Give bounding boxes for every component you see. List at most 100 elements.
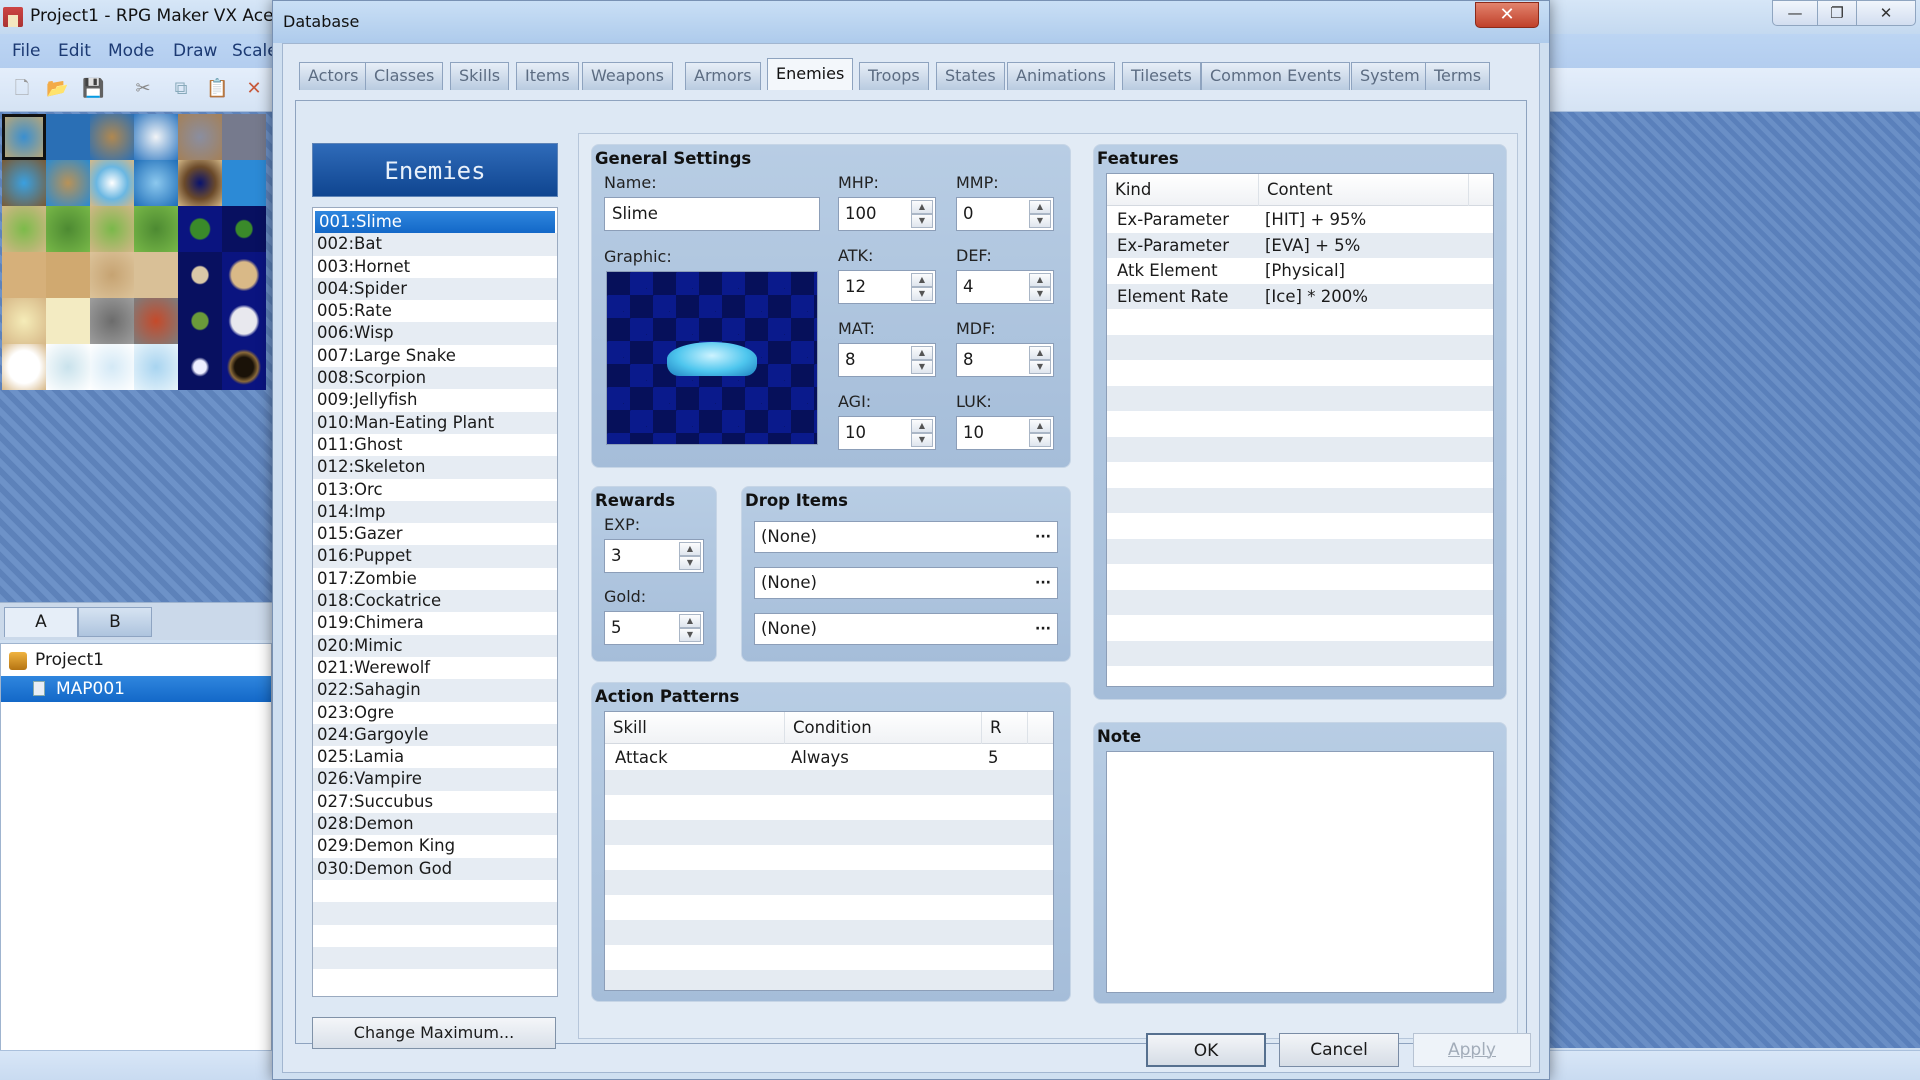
map-canvas[interactable]: [1548, 112, 1920, 1048]
tile[interactable]: [2, 298, 46, 344]
tile[interactable]: [46, 344, 90, 390]
drop-item-3[interactable]: (None) ···: [754, 613, 1058, 645]
param-spinner[interactable]: 0 ▲ ▼: [956, 197, 1054, 231]
table-row[interactable]: [605, 870, 1053, 895]
column-content[interactable]: Content: [1259, 174, 1469, 206]
enemy-list-item[interactable]: 001:Slime: [315, 211, 555, 234]
tile[interactable]: [90, 206, 134, 252]
tile[interactable]: [134, 298, 178, 344]
spin-up-icon[interactable]: ▲: [1029, 273, 1051, 287]
spin-down-icon[interactable]: ▼: [679, 556, 701, 570]
enemy-list-item[interactable]: 028:Demon: [313, 813, 557, 836]
spin-down-icon[interactable]: ▼: [1029, 433, 1051, 447]
enemy-list-item[interactable]: 011:Ghost: [313, 434, 557, 456]
param-spinner[interactable]: 100 ▲ ▼: [838, 197, 936, 231]
tile[interactable]: [2, 160, 46, 206]
tile[interactable]: [90, 160, 134, 206]
column-kind[interactable]: Kind: [1107, 174, 1259, 206]
column-skill[interactable]: Skill: [605, 712, 785, 744]
enemy-list-item[interactable]: 010:Man-Eating Plant: [313, 411, 557, 434]
param-spinner[interactable]: 4 ▲ ▼: [956, 270, 1054, 304]
dialog-close-button[interactable]: ✕: [1475, 2, 1539, 28]
table-row[interactable]: [1107, 334, 1493, 360]
menu-draw[interactable]: Draw: [173, 41, 217, 61]
palette-tab-a[interactable]: A: [4, 607, 78, 637]
gold-spinner[interactable]: 5 ▲ ▼: [604, 611, 704, 645]
palette-tab-b[interactable]: B: [78, 607, 152, 637]
spin-down-icon[interactable]: ▼: [679, 628, 701, 642]
tab-troops[interactable]: Troops: [859, 62, 929, 90]
tile[interactable]: [46, 114, 90, 160]
spin-up-icon[interactable]: ▲: [911, 200, 933, 214]
enemy-list-item[interactable]: 007:Large Snake: [313, 345, 557, 367]
tile[interactable]: [90, 114, 134, 160]
enemy-list-item[interactable]: 015:Gazer: [313, 523, 557, 545]
tile[interactable]: [2, 344, 46, 390]
column-condition[interactable]: Condition: [785, 712, 982, 744]
tab-armors[interactable]: Armors: [685, 62, 761, 90]
enemy-list-item[interactable]: 008:Scorpion: [313, 367, 557, 390]
enemy-list-item[interactable]: 020:Mimic: [313, 634, 557, 657]
tab-tilesets[interactable]: Tilesets: [1122, 62, 1201, 90]
enemy-list-item[interactable]: 029:Demon King: [313, 835, 557, 857]
table-row[interactable]: [605, 895, 1053, 920]
spin-down-icon[interactable]: ▼: [911, 214, 933, 228]
tile[interactable]: [178, 206, 222, 252]
tree-project[interactable]: Project1: [35, 650, 104, 670]
enemy-list-item[interactable]: 005:Rate: [313, 300, 557, 322]
table-row[interactable]: [605, 820, 1053, 845]
spin-up-icon[interactable]: ▲: [911, 273, 933, 287]
copy-icon[interactable]: ⧉: [170, 78, 192, 100]
enemy-list-item[interactable]: 016:Puppet: [313, 545, 557, 568]
tab-states[interactable]: States: [936, 62, 1005, 90]
table-row[interactable]: [1107, 589, 1493, 615]
table-row[interactable]: [1107, 462, 1493, 487]
tab-common-events[interactable]: Common Events: [1201, 62, 1351, 90]
column-r[interactable]: R: [982, 712, 1028, 744]
tile[interactable]: [2, 206, 46, 252]
table-row[interactable]: [1107, 360, 1493, 385]
tile[interactable]: [90, 252, 134, 298]
enemy-graphic[interactable]: [606, 271, 818, 445]
minimize-button[interactable]: —: [1772, 0, 1818, 26]
enemy-list-item[interactable]: 019:Chimera: [313, 612, 557, 634]
open-folder-icon[interactable]: 📂: [46, 78, 68, 100]
tile[interactable]: [178, 344, 222, 390]
table-row[interactable]: [1107, 564, 1493, 589]
enemy-list-item[interactable]: 003:Hornet: [313, 256, 557, 278]
table-row[interactable]: [605, 970, 1053, 990]
tile[interactable]: [222, 206, 266, 252]
save-icon[interactable]: 💾: [82, 78, 104, 100]
tab-enemies[interactable]: Enemies: [767, 58, 854, 90]
spin-down-icon[interactable]: ▼: [911, 360, 933, 374]
table-row[interactable]: [1107, 309, 1493, 334]
enemy-list-item[interactable]: 006:Wisp: [313, 322, 557, 345]
tile[interactable]: [2, 252, 46, 298]
enemy-list-item[interactable]: 027:Succubus: [313, 791, 557, 813]
tile[interactable]: [90, 344, 134, 390]
tab-skills[interactable]: Skills: [450, 62, 510, 90]
drop-item-1[interactable]: (None) ···: [754, 521, 1058, 553]
spin-down-icon[interactable]: ▼: [1029, 214, 1051, 228]
tile[interactable]: [134, 206, 178, 252]
param-spinner[interactable]: 10 ▲ ▼: [838, 416, 936, 450]
new-file-icon[interactable]: 🗋: [11, 78, 33, 100]
tile[interactable]: [134, 252, 178, 298]
action-patterns-table[interactable]: Skill Condition R Attack Always 5: [604, 711, 1054, 991]
table-row[interactable]: [1107, 538, 1493, 564]
tile[interactable]: [178, 114, 222, 160]
table-row[interactable]: Element Rate [Ice] * 200%: [1107, 283, 1493, 309]
features-table[interactable]: Kind Content Ex-Parameter [HIT] + 95% Ex-P…: [1106, 173, 1494, 687]
table-row[interactable]: [605, 795, 1053, 820]
spin-up-icon[interactable]: ▲: [1029, 200, 1051, 214]
table-row[interactable]: [1107, 666, 1493, 686]
tab-animations[interactable]: Animations: [1007, 62, 1115, 90]
enemy-list-item[interactable]: 017:Zombie: [313, 568, 557, 590]
menu-scale[interactable]: Scale: [232, 41, 278, 61]
enemy-list-item[interactable]: 021:Werewolf: [313, 657, 557, 679]
enemy-list-item[interactable]: 002:Bat: [313, 233, 557, 256]
enemy-list[interactable]: 001:Slime 002:Bat 003:Hornet 004:Spider 005:…: [312, 207, 558, 997]
spin-down-icon[interactable]: ▼: [911, 287, 933, 301]
tile[interactable]: [46, 160, 90, 206]
spin-down-icon[interactable]: ▼: [1029, 287, 1051, 301]
